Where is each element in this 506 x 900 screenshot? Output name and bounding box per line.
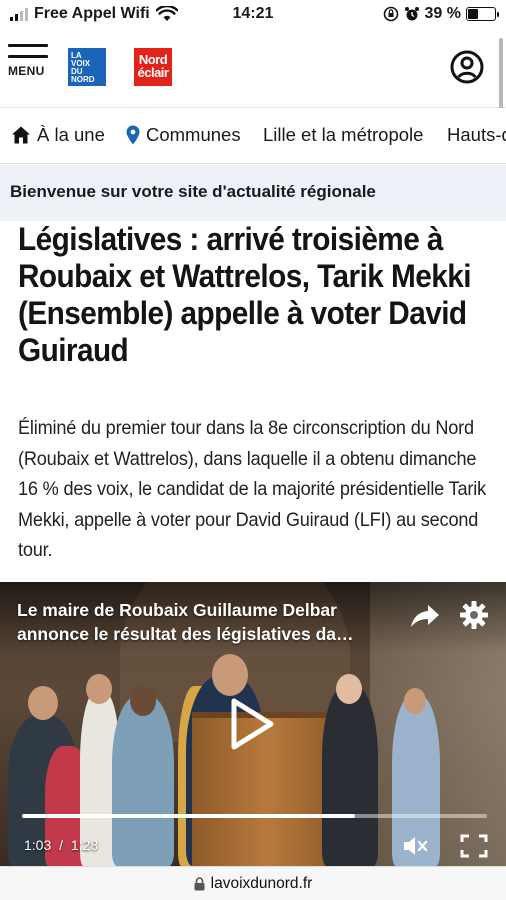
video-time: 1:03 / 1:28 xyxy=(24,837,98,853)
browser-url-bar[interactable]: lavoixdunord.fr xyxy=(0,866,506,900)
mute-icon[interactable] xyxy=(402,834,428,858)
alarm-icon xyxy=(404,7,419,21)
menu-button[interactable]: MENU xyxy=(8,44,48,78)
nav-item-a-la-une[interactable]: À la une xyxy=(11,124,105,146)
video-scene-person xyxy=(112,696,174,866)
nav-item-label: Hauts-d xyxy=(447,124,506,145)
video-time-separator: / xyxy=(59,837,64,853)
nav-item-hauts-de-france[interactable]: Hauts-d xyxy=(447,124,506,146)
nav-item-label: Communes xyxy=(146,124,241,145)
video-scene-person xyxy=(322,686,378,866)
video-scene-head xyxy=(28,686,58,720)
battery-level xyxy=(468,9,479,19)
nord-eclair-logo[interactable]: Nord éclair xyxy=(134,48,172,86)
nav-item-communes[interactable]: Communes xyxy=(126,124,241,146)
video-current-time: 1:03 xyxy=(24,837,52,853)
video-scene-head xyxy=(212,654,248,696)
menu-label: MENU xyxy=(8,64,45,78)
hamburger-icon xyxy=(8,44,48,47)
article-lede: Éliminé du premier tour dans la 8e circo… xyxy=(18,417,486,561)
status-bar: Free Appel Wifi 14:21 39 % xyxy=(0,0,506,30)
gear-icon[interactable] xyxy=(459,600,489,630)
home-icon xyxy=(12,126,30,144)
nav-item-label: À la une xyxy=(37,124,105,145)
la-voix-du-nord-logo[interactable]: LA VOIX DU NORD xyxy=(68,48,106,86)
welcome-banner: Bienvenue sur votre site d'actualité rég… xyxy=(0,165,506,221)
fullscreen-icon[interactable] xyxy=(460,834,488,858)
hamburger-icon-bar xyxy=(8,55,48,58)
video-scene-head xyxy=(404,688,426,714)
site-header: MENU LA VOIX DU NORD Nord éclair xyxy=(0,30,506,138)
battery-percent: 39 % xyxy=(424,5,461,22)
status-right: 39 % xyxy=(383,5,499,23)
lock-icon xyxy=(194,876,205,890)
nav-item-label: Lille et la métropole xyxy=(263,124,424,145)
battery-icon xyxy=(466,7,499,21)
video-title: Le maire de Roubaix Guillaume Delbar ann… xyxy=(17,600,354,644)
video-progress-fill xyxy=(22,814,355,818)
video-scene-head xyxy=(130,686,156,716)
article-title: Législatives : arrivé troisième à Roubai… xyxy=(18,221,471,368)
share-icon[interactable] xyxy=(410,603,440,629)
welcome-text: Bienvenue sur votre site d'actualité rég… xyxy=(10,182,376,201)
url-domain: lavoixdunord.fr xyxy=(210,874,313,892)
orientation-lock-icon xyxy=(383,6,398,22)
video-player[interactable]: Le maire de Roubaix Guillaume Delbar ann… xyxy=(0,582,506,866)
location-pin-icon xyxy=(126,125,140,145)
video-progress-bar[interactable] xyxy=(22,814,487,818)
play-icon[interactable] xyxy=(228,697,276,751)
user-account-icon[interactable] xyxy=(450,50,484,84)
video-scene-head xyxy=(336,674,362,704)
nav-item-lille-metropole[interactable]: Lille et la métropole xyxy=(263,124,423,146)
video-scene-head xyxy=(86,674,112,704)
video-duration: 1:28 xyxy=(70,837,99,853)
section-nav: À la une Communes Lille et la métropole … xyxy=(0,108,506,164)
